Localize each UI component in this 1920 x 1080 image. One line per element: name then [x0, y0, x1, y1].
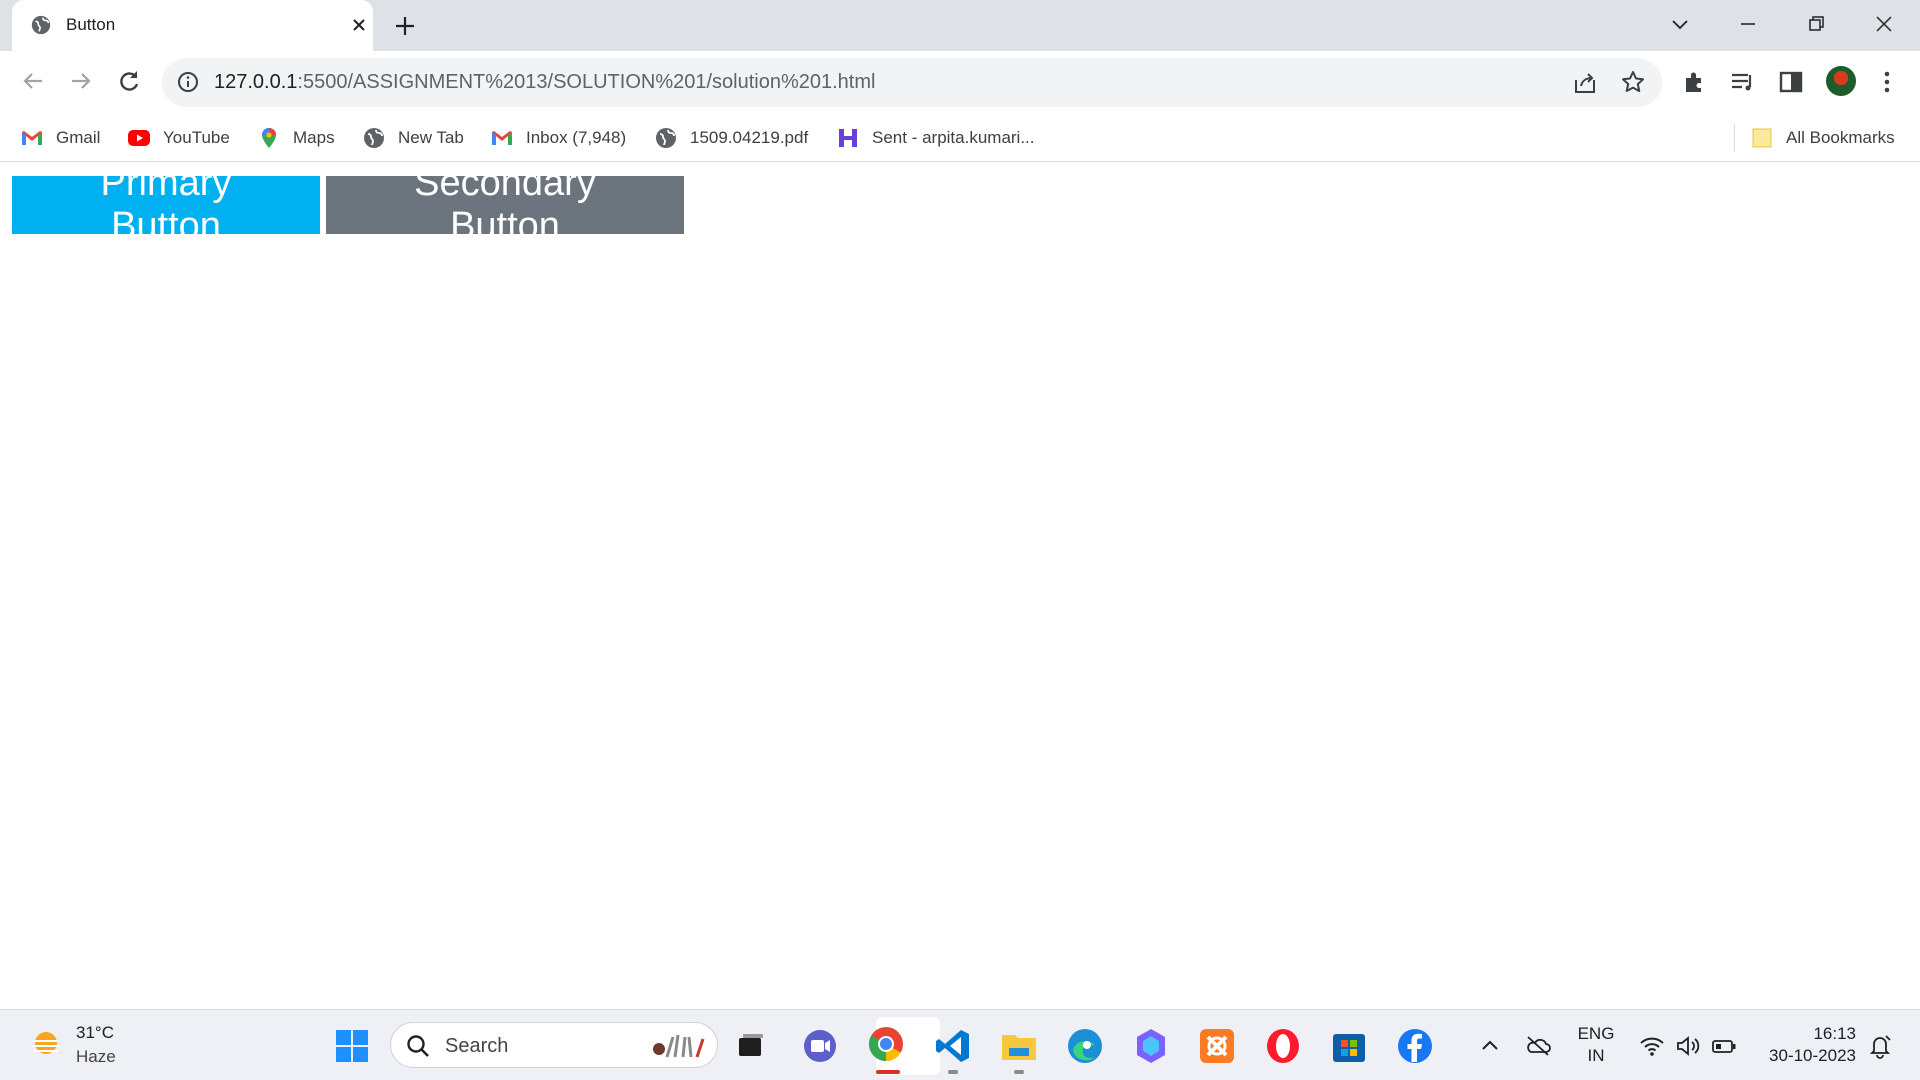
weather-haze-icon[interactable] [28, 1026, 64, 1062]
bookmark-label: Inbox (7,948) [526, 128, 627, 147]
primary-button[interactable]: Primary Button [12, 162, 320, 247]
search-icon [407, 1035, 429, 1057]
media-queue-icon[interactable] [1728, 67, 1758, 97]
extensions-puzzle-icon[interactable] [1680, 67, 1710, 97]
restore-icon[interactable] [1802, 10, 1830, 38]
close-window-icon[interactable] [1870, 10, 1898, 38]
copilot-icon[interactable] [1131, 1026, 1171, 1066]
show-hidden-icons-chevron[interactable] [1476, 1032, 1504, 1060]
reload-icon[interactable] [114, 66, 144, 96]
minimize-icon[interactable] [1734, 10, 1762, 38]
volume-icon[interactable] [1674, 1032, 1702, 1060]
vscode-icon[interactable] [933, 1026, 973, 1066]
url-text: 127.0.0.1:5500/ASSIGNMENT%2013/SOLUTION%… [214, 71, 875, 94]
browser-toolbar: 127.0.0.1:5500/ASSIGNMENT%2013/SOLUTION%… [0, 51, 1920, 114]
maps-icon [262, 128, 276, 148]
bookmark-sent[interactable]: Sent - arpita.kumari... [836, 124, 1035, 152]
file-explorer-icon[interactable] [999, 1026, 1039, 1066]
teams-chat-icon[interactable] [800, 1026, 840, 1066]
folder-icon [1752, 128, 1772, 148]
app-running-indicator [1014, 1070, 1024, 1074]
opera-icon[interactable] [1263, 1026, 1303, 1066]
globe-icon [31, 15, 51, 35]
facebook-icon[interactable] [1395, 1026, 1435, 1066]
new-tab-plus-icon[interactable] [391, 12, 419, 40]
tab-search-chevron-icon[interactable] [1666, 10, 1694, 38]
gmail-icon [492, 131, 512, 145]
bookmark-new-tab[interactable]: New Tab [362, 124, 464, 152]
microsoft-store-icon[interactable] [1329, 1026, 1369, 1066]
back-arrow-icon[interactable] [18, 66, 48, 96]
secondary-button[interactable]: Secondary Button [326, 162, 684, 247]
share-icon[interactable] [1572, 70, 1598, 96]
notifications-bell-icon[interactable] [1866, 1032, 1894, 1060]
task-view-icon[interactable] [731, 1026, 771, 1066]
tab-title: Button [66, 15, 116, 34]
taskbar-search[interactable]: Search [390, 1022, 718, 1068]
side-panel-icon[interactable] [1776, 67, 1806, 97]
bookmark-gmail[interactable]: Gmail [20, 124, 100, 152]
browser-tab[interactable]: Button [12, 0, 373, 51]
mail-app-icon [839, 129, 857, 147]
system-clock[interactable]: 16:13 30-10-2023 [1740, 1023, 1856, 1067]
clock-date: 30-10-2023 [1769, 1046, 1856, 1065]
active-app-indicator [876, 1070, 900, 1074]
bookmark-label: New Tab [398, 128, 464, 147]
weather-condition: Haze [76, 1047, 116, 1066]
site-info-icon[interactable] [176, 70, 200, 94]
clock-time: 16:13 [1813, 1024, 1856, 1043]
edge-icon[interactable] [1065, 1026, 1105, 1066]
chrome-icon[interactable] [866, 1024, 906, 1064]
url-host: 127.0.0.1 [214, 71, 298, 93]
gmail-icon [22, 131, 42, 145]
language-indicator[interactable]: ENG IN [1576, 1023, 1616, 1067]
page-content: Primary Button Secondary Button [0, 162, 1920, 1009]
bookmarks-divider [1734, 124, 1735, 152]
region-code: IN [1587, 1046, 1605, 1065]
bookmark-label: YouTube [163, 128, 230, 147]
bookmark-label: 1509.04219.pdf [690, 128, 809, 147]
bookmark-maps[interactable]: Maps [257, 124, 335, 152]
bookmark-label: Maps [293, 128, 335, 147]
address-bar[interactable]: 127.0.0.1:5500/ASSIGNMENT%2013/SOLUTION%… [162, 58, 1662, 107]
profile-avatar[interactable] [1826, 66, 1856, 96]
bookmarks-bar: Gmail YouTube Maps New Tab Inbox (7,948) [0, 114, 1920, 162]
all-bookmarks-label: All Bookmarks [1786, 128, 1895, 147]
url-path: :5500/ASSIGNMENT%2013/SOLUTION%201/solut… [297, 71, 876, 93]
bookmark-pdf[interactable]: 1509.04219.pdf [654, 124, 808, 152]
battery-icon[interactable] [1710, 1032, 1738, 1060]
youtube-icon [128, 130, 150, 146]
bookmark-star-icon[interactable] [1620, 69, 1646, 95]
bookmark-label: Sent - arpita.kumari... [872, 128, 1035, 147]
all-bookmarks[interactable]: All Bookmarks [1750, 124, 1895, 152]
onedrive-offline-icon[interactable] [1524, 1032, 1552, 1060]
xampp-icon[interactable] [1197, 1026, 1237, 1066]
search-highlight-tools-icon [653, 1034, 705, 1058]
language-code: ENG [1577, 1024, 1615, 1043]
search-label: Search [445, 1035, 509, 1057]
menu-kebab-icon[interactable] [1872, 67, 1902, 97]
globe-icon [656, 128, 676, 148]
app-running-indicator [948, 1070, 958, 1074]
weather-temperature: 31°C [76, 1023, 114, 1042]
bookmark-youtube[interactable]: YouTube [127, 124, 230, 152]
windows-start-icon[interactable] [334, 1028, 370, 1064]
bookmark-label: Gmail [56, 128, 101, 147]
close-tab-icon[interactable] [346, 12, 372, 38]
globe-icon [364, 128, 384, 148]
windows-taskbar: 31°C Haze Search ENG IN 16:13 30-10-2023 [0, 1009, 1920, 1080]
wifi-icon[interactable] [1638, 1032, 1666, 1060]
forward-arrow-icon[interactable] [66, 66, 96, 96]
bookmark-inbox[interactable]: Inbox (7,948) [490, 124, 626, 152]
tab-strip: Button [0, 0, 1920, 51]
